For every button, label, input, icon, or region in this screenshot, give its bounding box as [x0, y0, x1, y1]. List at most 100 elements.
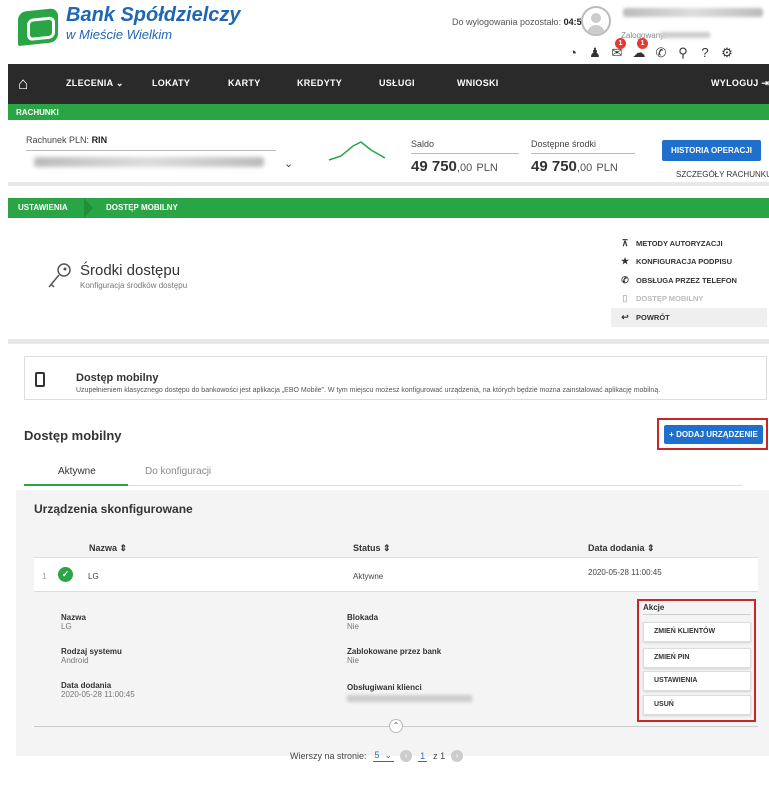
detail-date-label: Data dodania: [61, 681, 112, 690]
account-details-link[interactable]: SZCZEGÓŁY RACHUNKU ⌄: [676, 170, 769, 179]
account-number-redacted[interactable]: [34, 157, 264, 167]
device-settings-button[interactable]: USTAWIENIA: [643, 671, 751, 691]
breadcrumb-settings[interactable]: USTAWIENIA: [18, 203, 68, 212]
actions-divider: [643, 614, 751, 615]
mobile-phone-icon: [35, 372, 45, 387]
menu-mobile-access: ▯ DOSTĘP MOBILNY: [620, 290, 767, 309]
menu-back[interactable]: ↩ POWRÓT: [611, 308, 767, 327]
logged-as-redacted: [660, 32, 710, 38]
nav-item-deposits[interactable]: LOKATY: [152, 78, 190, 88]
available-currency: PLN: [596, 162, 618, 174]
sort-icon: ⇕: [647, 543, 655, 553]
detail-system-label: Rodzaj systemu: [61, 647, 122, 656]
detail-lock-label: Blokada: [347, 613, 379, 622]
pagination: Wierszy na stronie: 5 ⌄ ‹ 1 z 1 ›: [290, 750, 464, 762]
bank-logo-icon[interactable]: [18, 7, 58, 47]
section-title: Dostęp mobilny: [24, 428, 122, 443]
main-nav: ⌂ ZLECENIA ⌄ LOKATY KARTY KREDYTY USŁUGI…: [8, 64, 769, 104]
tab-to-configure[interactable]: Do konfiguracji: [145, 466, 211, 477]
column-header-status[interactable]: Status ⇕: [353, 543, 391, 554]
menu-signature-config[interactable]: ★ KONFIGURACJA PODPISU: [620, 253, 767, 272]
column-header-name[interactable]: Nazwa ⇕: [89, 543, 127, 554]
top-header: Bank Spółdzielczy w Mieście Wielkim Do w…: [0, 0, 769, 64]
phone-icon: ✆: [621, 274, 629, 285]
device-name: LG: [88, 572, 99, 581]
menu-label: METODY AUTORYZACJI: [636, 238, 723, 248]
row-number: 1: [42, 572, 47, 581]
devices-title: Urządzenia skonfigurowane: [34, 502, 193, 516]
user-icon[interactable]: ♟: [584, 44, 606, 62]
tab-active[interactable]: Aktywne: [58, 466, 96, 477]
available-value: 49 750,00 PLN: [531, 158, 618, 175]
plus-icon: +: [669, 430, 674, 439]
available-decimals: ,00: [576, 162, 593, 174]
menu-authorization-methods[interactable]: ⊼ METODY AUTORYZACJI: [620, 234, 767, 253]
phone-icon[interactable]: ✆: [650, 44, 672, 62]
mail-icon[interactable]: ✉ 1: [606, 38, 628, 62]
change-clients-button[interactable]: ZMIEŃ KLIENTÓW: [643, 622, 751, 642]
device-status: Aktywne: [353, 572, 384, 581]
detail-lock-value: Nie: [347, 622, 360, 631]
tab-active-indicator: [24, 484, 128, 486]
mobile-info-title: Dostęp mobilny: [76, 372, 159, 384]
location-icon[interactable]: ⚲: [672, 44, 694, 62]
detail-date-value: 2020-05-28 11:00:45: [61, 690, 135, 699]
settings-icon[interactable]: ⚙: [716, 44, 738, 62]
sort-icon: ⇕: [119, 543, 128, 553]
account-select-chevron-icon[interactable]: ⌄: [284, 157, 293, 170]
help-icon[interactable]: ?: [694, 44, 716, 62]
menu-label: POWRÓT: [636, 312, 670, 322]
column-header-date[interactable]: Data dodania ⇕: [588, 543, 655, 554]
delete-device-button[interactable]: USUŃ: [643, 695, 751, 715]
available-divider: [531, 153, 635, 154]
prev-page-icon[interactable]: ‹: [400, 750, 413, 762]
sitemap-icon: ⊼: [621, 237, 629, 248]
rows-per-page-label: Wierszy na stronie:: [290, 751, 367, 761]
accounts-band: RACHUNKI: [8, 104, 769, 120]
brand-location: w Mieście Wielkim: [66, 27, 173, 42]
chat-icon[interactable]: ☁ 1: [628, 38, 650, 62]
logout-label: WYLOGUJ: [711, 78, 759, 88]
add-device-button[interactable]: + DODAJ URZĄDZENIE: [664, 425, 763, 444]
detail-bank-lock-value: Nie: [347, 656, 360, 665]
account-details-label: SZCZEGÓŁY RACHUNKU: [676, 170, 769, 179]
column-label: Data dodania: [588, 543, 645, 553]
saldo-label: Saldo: [411, 139, 435, 149]
mail-badge: 1: [615, 38, 626, 49]
mobile-info-text: Uzupełnieniem klasycznego dostępu do ban…: [76, 387, 661, 394]
settings-side-menu: ⊼ METODY AUTORYZACJI ★ KONFIGURACJA PODPIS…: [611, 234, 767, 327]
detail-clients-label: Obsługiwani klienci: [347, 683, 422, 692]
history-button[interactable]: HISTORIA OPERACJI: [662, 140, 761, 161]
rows-per-page-select[interactable]: 5 ⌄: [372, 750, 395, 762]
current-page[interactable]: 1: [418, 751, 428, 762]
nav-item-orders[interactable]: ZLECENIA ⌄: [66, 78, 124, 89]
column-label: Status: [353, 543, 381, 553]
nav-item-cards[interactable]: KARTY: [228, 78, 261, 88]
nav-item-services[interactable]: USŁUGI: [379, 78, 415, 88]
nav-item-loans[interactable]: KREDYTY: [297, 78, 342, 88]
brand-name[interactable]: Bank Spółdzielczy: [66, 4, 241, 27]
nav-item-label: ZLECENIA: [66, 78, 114, 88]
speedometer-icon[interactable]: ◔: [562, 44, 584, 62]
balance-sparkline-icon: [328, 141, 386, 161]
account-name: RIN: [91, 135, 108, 145]
rows-per-page-value: 5: [374, 750, 380, 760]
logout-timer: Do wylogowania pozostało: 04:59: [452, 17, 587, 27]
detail-name-value: LG: [61, 622, 72, 631]
tabs-divider: [24, 485, 742, 486]
menu-phone-service[interactable]: ✆ OBSŁUGA PRZEZ TELEFON: [620, 271, 767, 290]
saldo-value: 49 750,00 PLN: [411, 158, 498, 175]
next-page-icon[interactable]: ›: [451, 750, 464, 762]
key-icon: [48, 263, 71, 288]
home-icon[interactable]: ⌂: [18, 74, 28, 94]
detail-bank-lock-label: Zablokowane przez bank: [347, 647, 442, 656]
breadcrumb-separator: [84, 198, 93, 218]
page-subtitle: Konfiguracja środków dostępu: [80, 281, 188, 290]
change-pin-button[interactable]: ZMIEŃ PIN: [643, 648, 751, 668]
logout-timer-label: Do wylogowania pozostało:: [452, 17, 562, 27]
account-divider: [26, 150, 276, 151]
collapse-icon[interactable]: ⌃: [389, 719, 403, 733]
user-avatar[interactable]: [581, 6, 611, 36]
nav-item-applications[interactable]: WNIOSKI: [457, 78, 499, 88]
logout-button[interactable]: WYLOGUJ ⇥: [711, 78, 769, 89]
